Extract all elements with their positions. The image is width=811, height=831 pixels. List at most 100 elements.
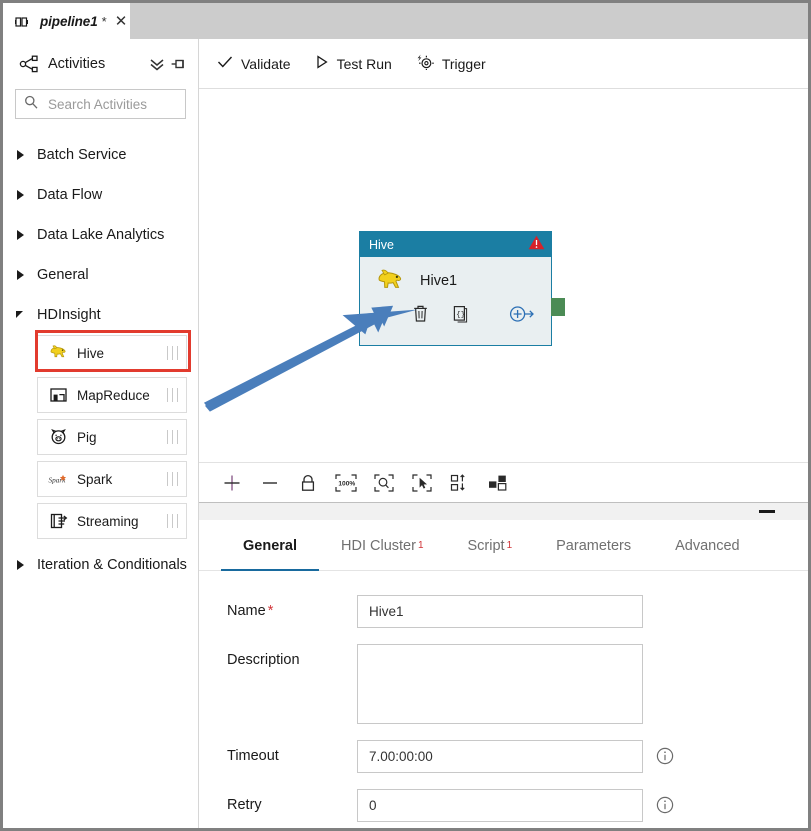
document-tab-strip: pipeline1 * ✕	[3, 3, 808, 39]
retry-input[interactable]	[357, 789, 643, 822]
tab-label: HDI Cluster	[341, 537, 416, 554]
document-tab-title: pipeline1	[40, 13, 98, 29]
test-run-label: Test Run	[336, 55, 392, 72]
field-label-retry: Retry	[227, 797, 262, 813]
tab-error-badge: 1	[417, 540, 424, 551]
tree-group-label: HDInsight	[37, 307, 101, 323]
warning-triangle-icon[interactable]	[528, 235, 545, 255]
tab-hdi-cluster[interactable]: HDI Cluster 1	[319, 521, 446, 570]
hdinsight-activity-list: Hive MapReduce Pig Spark Spark Streaming	[3, 335, 198, 539]
tab-label: Script	[467, 537, 505, 554]
node-header-label: Hive	[369, 237, 395, 252]
tab-label: General	[243, 537, 297, 554]
chevron-right-icon	[16, 269, 26, 281]
activity-item-label: Streaming	[77, 513, 139, 529]
activity-item-hive[interactable]: Hive	[37, 335, 187, 371]
field-row-timeout: Timeout	[199, 740, 808, 773]
tab-label: Parameters	[556, 537, 632, 554]
activity-item-label: Spark	[77, 471, 113, 487]
hive-elephant-icon	[375, 267, 405, 295]
trigger-label: Trigger	[441, 55, 486, 72]
tab-advanced[interactable]: Advanced	[653, 521, 762, 570]
zoom-100-icon[interactable]: 100%	[333, 470, 359, 496]
document-tab-pipeline1[interactable]: pipeline1 * ✕	[3, 3, 130, 39]
tab-parameters[interactable]: Parameters	[534, 521, 653, 570]
tree-group-general[interactable]: General	[3, 255, 198, 295]
validate-label: Validate	[241, 55, 291, 72]
drag-handle[interactable]	[167, 472, 178, 486]
collapse-panel-handle[interactable]	[759, 510, 775, 513]
description-textarea[interactable]	[357, 644, 643, 724]
chevron-right-icon	[16, 229, 26, 241]
svg-text:100%: 100%	[338, 480, 355, 487]
trash-icon[interactable]	[412, 304, 430, 324]
pipeline-workspace: Validate Test Run Trigger Hive Hive1 {} …	[199, 39, 808, 828]
tree-group-data-lake-analytics[interactable]: Data Lake Analytics	[3, 215, 198, 255]
activity-item-pig[interactable]: Pig	[37, 419, 187, 455]
properties-collapse-strip	[199, 503, 808, 521]
node-output-port[interactable]	[551, 298, 565, 316]
drag-handle[interactable]	[167, 388, 178, 402]
plus-icon[interactable]	[219, 470, 245, 496]
chevron-right-icon	[16, 559, 26, 571]
select-cursor-icon[interactable]	[409, 470, 435, 496]
tab-error-badge: 1	[506, 540, 513, 551]
node-activity-name: Hive1	[420, 273, 458, 289]
validate-button[interactable]: Validate	[217, 55, 291, 72]
activities-tree: Batch Service Data Flow Data Lake Analyt…	[3, 135, 198, 585]
chevron-right-icon	[16, 189, 26, 201]
close-icon[interactable]: ✕	[115, 14, 128, 29]
timeout-input[interactable]	[357, 740, 643, 773]
tab-label: Advanced	[675, 537, 740, 554]
info-icon[interactable]	[656, 747, 674, 770]
tree-group-data-flow[interactable]: Data Flow	[3, 175, 198, 215]
field-label-text: Name	[227, 603, 266, 619]
test-run-button[interactable]: Test Run	[315, 55, 392, 72]
tab-general[interactable]: General	[221, 521, 319, 571]
name-input[interactable]	[357, 595, 643, 628]
azure-data-factory-pipeline-editor: pipeline1 * ✕ Activities Search Activiti…	[0, 0, 811, 831]
drag-handle[interactable]	[167, 514, 178, 528]
collapse-all-icon[interactable]	[148, 55, 166, 73]
tree-group-label: Data Flow	[37, 187, 103, 203]
tree-group-label: Batch Service	[37, 147, 127, 163]
play-icon	[315, 55, 329, 72]
tree-group-iteration-conditionals[interactable]: Iteration & Conditionals	[3, 545, 198, 585]
zoom-fit-icon[interactable]	[371, 470, 397, 496]
drag-handle[interactable]	[167, 346, 178, 360]
field-label-description: Description	[227, 652, 300, 668]
trigger-gear-icon	[416, 54, 434, 73]
activity-item-label: MapReduce	[77, 387, 150, 403]
field-row-retry: Retry	[199, 789, 808, 822]
pipeline-activity-node-hive1[interactable]: Hive Hive1 {}	[359, 231, 552, 346]
chevron-down-icon	[16, 309, 26, 321]
tab-script[interactable]: Script 1	[446, 521, 535, 570]
tree-group-hdinsight[interactable]: HDInsight	[3, 295, 198, 335]
pipeline-canvas[interactable]: Hive Hive1 {}	[199, 89, 808, 462]
activities-panel: Activities Search Activities Batch Servi…	[3, 39, 227, 828]
checkmark-icon	[217, 55, 233, 72]
spark-icon: Spark	[48, 469, 68, 489]
pin-icon[interactable]	[170, 55, 188, 73]
arrange-icon[interactable]	[485, 470, 511, 496]
drag-handle[interactable]	[167, 430, 178, 444]
activity-item-mapreduce[interactable]: MapReduce	[37, 377, 187, 413]
properties-tab-bar: General HDI Cluster 1 Script 1 Parameters …	[199, 521, 808, 571]
minus-icon[interactable]	[257, 470, 283, 496]
add-output-icon[interactable]	[509, 304, 535, 324]
tree-group-batch-service[interactable]: Batch Service	[3, 135, 198, 175]
field-label-timeout: Timeout	[227, 748, 279, 764]
code-braces-icon[interactable]: {}	[452, 304, 470, 324]
search-activities-box[interactable]	[15, 89, 227, 119]
pig-icon	[48, 427, 68, 447]
lock-icon[interactable]	[295, 470, 321, 496]
activity-item-streaming[interactable]: Streaming	[37, 503, 187, 539]
info-icon[interactable]	[656, 796, 674, 819]
hive-elephant-icon	[48, 343, 68, 363]
required-asterisk: *	[267, 603, 274, 619]
activity-item-spark[interactable]: Spark Spark	[37, 461, 187, 497]
general-tab-form: Name* Description Timeout	[199, 571, 808, 828]
activity-item-label: Pig	[77, 429, 97, 445]
auto-align-icon[interactable]	[447, 470, 473, 496]
trigger-button[interactable]: Trigger	[416, 54, 486, 73]
